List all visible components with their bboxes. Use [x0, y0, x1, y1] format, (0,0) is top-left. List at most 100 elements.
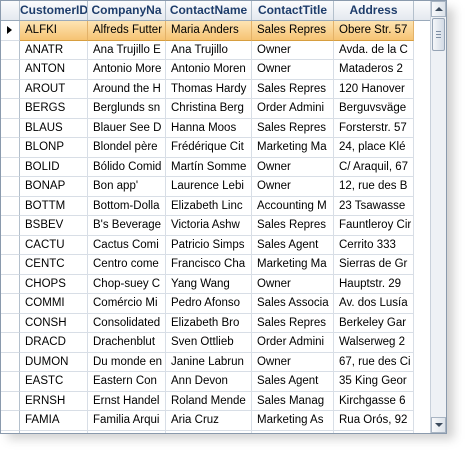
cell-contact-title[interactable]: Accounting M — [252, 196, 334, 216]
cell-contact-name[interactable]: Elizabeth Linc — [166, 196, 252, 216]
cell-company-name[interactable]: Ana Trujillo E — [88, 40, 166, 60]
cell-company-name[interactable]: Bólido Comid — [88, 157, 166, 177]
cell-contact-name[interactable]: Yang Wang — [166, 274, 252, 294]
cell-customer-id[interactable]: ANATR — [20, 40, 88, 60]
row-selector[interactable] — [1, 21, 20, 41]
row-selector[interactable] — [1, 196, 20, 216]
cell-company-name[interactable]: Drachenblut — [88, 333, 166, 353]
scrollbar-thumb[interactable] — [432, 18, 445, 51]
cell-contact-title[interactable]: Sales Repres — [252, 21, 334, 41]
cell-contact-name[interactable]: Sven Ottlieb — [166, 333, 252, 353]
table-row[interactable]: BLONP Blondel père Frédérique Cit Marketing… — [1, 138, 431, 158]
cell-address[interactable]: 12, rue des B — [334, 177, 414, 197]
table-row[interactable]: BONAP Bon app' Laurence Lebi Owner 12, rue d… — [1, 177, 431, 197]
table-row[interactable]: COMMI Comércio Mi Pedro Afonso Sales Associ… — [1, 294, 431, 314]
cell-address[interactable]: 35 King Geor — [334, 372, 414, 392]
table-row[interactable]: ERNSH Ernst Handel Roland Mende Sales Manag… — [1, 391, 431, 411]
cell-company-name[interactable]: Blondel père — [88, 138, 166, 158]
cell-contact-title[interactable]: Order Admini — [252, 333, 334, 353]
row-selector[interactable] — [1, 79, 20, 99]
column-header-company-name[interactable]: CompanyNa — [88, 1, 166, 20]
row-selector[interactable] — [1, 411, 20, 431]
cell-contact-name[interactable]: Martín Somme — [166, 157, 252, 177]
table-row[interactable]: EASTC Eastern Con Ann Devon Sales Agent 35 K… — [1, 372, 431, 392]
cell-customer-id[interactable]: CONSH — [20, 313, 88, 333]
cell-company-name[interactable]: Bottom-Dolla — [88, 196, 166, 216]
cell-address[interactable]: Berkeley Gar — [334, 313, 414, 333]
scroll-up-button[interactable] — [431, 1, 446, 17]
row-selector[interactable] — [1, 216, 20, 236]
cell-customer-id[interactable]: BOLID — [20, 157, 88, 177]
cell-address[interactable]: 24, place Klé — [334, 138, 414, 158]
cell-contact-name[interactable]: Janine Labrun — [166, 352, 252, 372]
row-selector[interactable] — [1, 40, 20, 60]
cell-contact-name[interactable]: Elizabeth Bro — [166, 313, 252, 333]
row-selector[interactable] — [1, 391, 20, 411]
row-selector[interactable] — [1, 118, 20, 138]
cell-company-name[interactable]: Comércio Mi — [88, 294, 166, 314]
cell-contact-name[interactable]: Antonio Moren — [166, 60, 252, 80]
cell-customer-id[interactable]: DUMON — [20, 352, 88, 372]
row-selector[interactable] — [1, 255, 20, 275]
cell-address[interactable]: Forsterstr. 57 — [334, 118, 414, 138]
cell-company-name[interactable]: FISSA Fabric — [88, 430, 166, 433]
cell-contact-title[interactable]: Sales Manag — [252, 391, 334, 411]
cell-contact-title[interactable]: Accounting M — [252, 430, 334, 433]
cell-contact-title[interactable]: Owner — [252, 274, 334, 294]
cell-contact-title[interactable]: Order Admini — [252, 99, 334, 119]
cell-contact-name[interactable]: Ann Devon — [166, 372, 252, 392]
cell-company-name[interactable]: Bon app' — [88, 177, 166, 197]
table-row[interactable]: ALFKI Alfreds Futter Maria Anders Sales Rep… — [1, 21, 431, 41]
cell-contact-title[interactable]: Sales Agent — [252, 372, 334, 392]
cell-contact-title[interactable]: Marketing Ma — [252, 138, 334, 158]
table-row[interactable]: CHOPS Chop-suey C Yang Wang Owner Hauptstr. … — [1, 274, 431, 294]
column-header-address[interactable]: Address — [334, 1, 414, 20]
cell-address[interactable]: Sierras de Gr — [334, 255, 414, 275]
cell-address[interactable]: Obere Str. 57 — [334, 21, 414, 41]
cell-company-name[interactable]: Blauer See D — [88, 118, 166, 138]
cell-customer-id[interactable]: EASTC — [20, 372, 88, 392]
table-row[interactable]: FISSAFISSA FabricDiego RoelAccounting MC… — [1, 430, 431, 433]
cell-contact-name[interactable]: Diego Roel — [166, 430, 252, 433]
row-selector[interactable] — [1, 177, 20, 197]
cell-customer-id[interactable]: COMMI — [20, 294, 88, 314]
cell-address[interactable]: C/ Moralzarza — [334, 430, 414, 433]
cell-address[interactable]: Kirchgasse 6 — [334, 391, 414, 411]
cell-company-name[interactable]: B's Beverage — [88, 216, 166, 236]
cell-customer-id[interactable]: BSBEV — [20, 216, 88, 236]
table-row[interactable]: CENTC Centro come Francisco Cha Marketing M… — [1, 255, 431, 275]
column-header-contact-name[interactable]: ContactName — [166, 1, 252, 20]
row-selector[interactable] — [1, 157, 20, 177]
cell-customer-id[interactable]: FAMIA — [20, 411, 88, 431]
cell-customer-id[interactable]: CHOPS — [20, 274, 88, 294]
cell-address[interactable]: Fauntleroy Cir — [334, 216, 414, 236]
cell-contact-name[interactable]: Roland Mende — [166, 391, 252, 411]
column-header-contact-title[interactable]: ContactTitle — [252, 1, 334, 20]
table-row[interactable]: CONSH Consolidated Elizabeth Bro Sales Repr… — [1, 313, 431, 333]
column-header-customer-id[interactable]: CustomerID — [20, 1, 88, 20]
cell-customer-id[interactable]: ALFKI — [20, 21, 88, 41]
cell-contact-name[interactable]: Ana Trujillo — [166, 40, 252, 60]
cell-contact-name[interactable]: Maria Anders — [166, 21, 252, 41]
cell-company-name[interactable]: Du monde en — [88, 352, 166, 372]
cell-contact-title[interactable]: Sales Repres — [252, 79, 334, 99]
cell-contact-title[interactable]: Owner — [252, 177, 334, 197]
cell-contact-name[interactable]: Hanna Moos — [166, 118, 252, 138]
table-row[interactable]: FAMIA Familia Arqui Aria Cruz Marketing As R… — [1, 411, 431, 431]
table-row[interactable]: ANATR Ana Trujillo E Ana Trujillo Owner Avda… — [1, 40, 431, 60]
cell-company-name[interactable]: Consolidated — [88, 313, 166, 333]
cell-address[interactable]: Avda. de la C — [334, 40, 414, 60]
cell-contact-name[interactable]: Frédérique Cit — [166, 138, 252, 158]
row-selector[interactable] — [1, 294, 20, 314]
cell-customer-id[interactable]: BERGS — [20, 99, 88, 119]
cell-contact-name[interactable]: Thomas Hardy — [166, 79, 252, 99]
row-selector[interactable] — [1, 352, 20, 372]
cell-company-name[interactable]: Berglunds sn — [88, 99, 166, 119]
cell-address[interactable]: 67, rue des Ci — [334, 352, 414, 372]
row-selector[interactable] — [1, 235, 20, 255]
table-row[interactable]: BOTTM Bottom-Dolla Elizabeth Linc Accountin… — [1, 196, 431, 216]
vertical-scrollbar[interactable] — [430, 1, 446, 433]
row-selector[interactable] — [1, 313, 20, 333]
cell-address[interactable]: Hauptstr. 29 — [334, 274, 414, 294]
row-selector[interactable] — [1, 138, 20, 158]
